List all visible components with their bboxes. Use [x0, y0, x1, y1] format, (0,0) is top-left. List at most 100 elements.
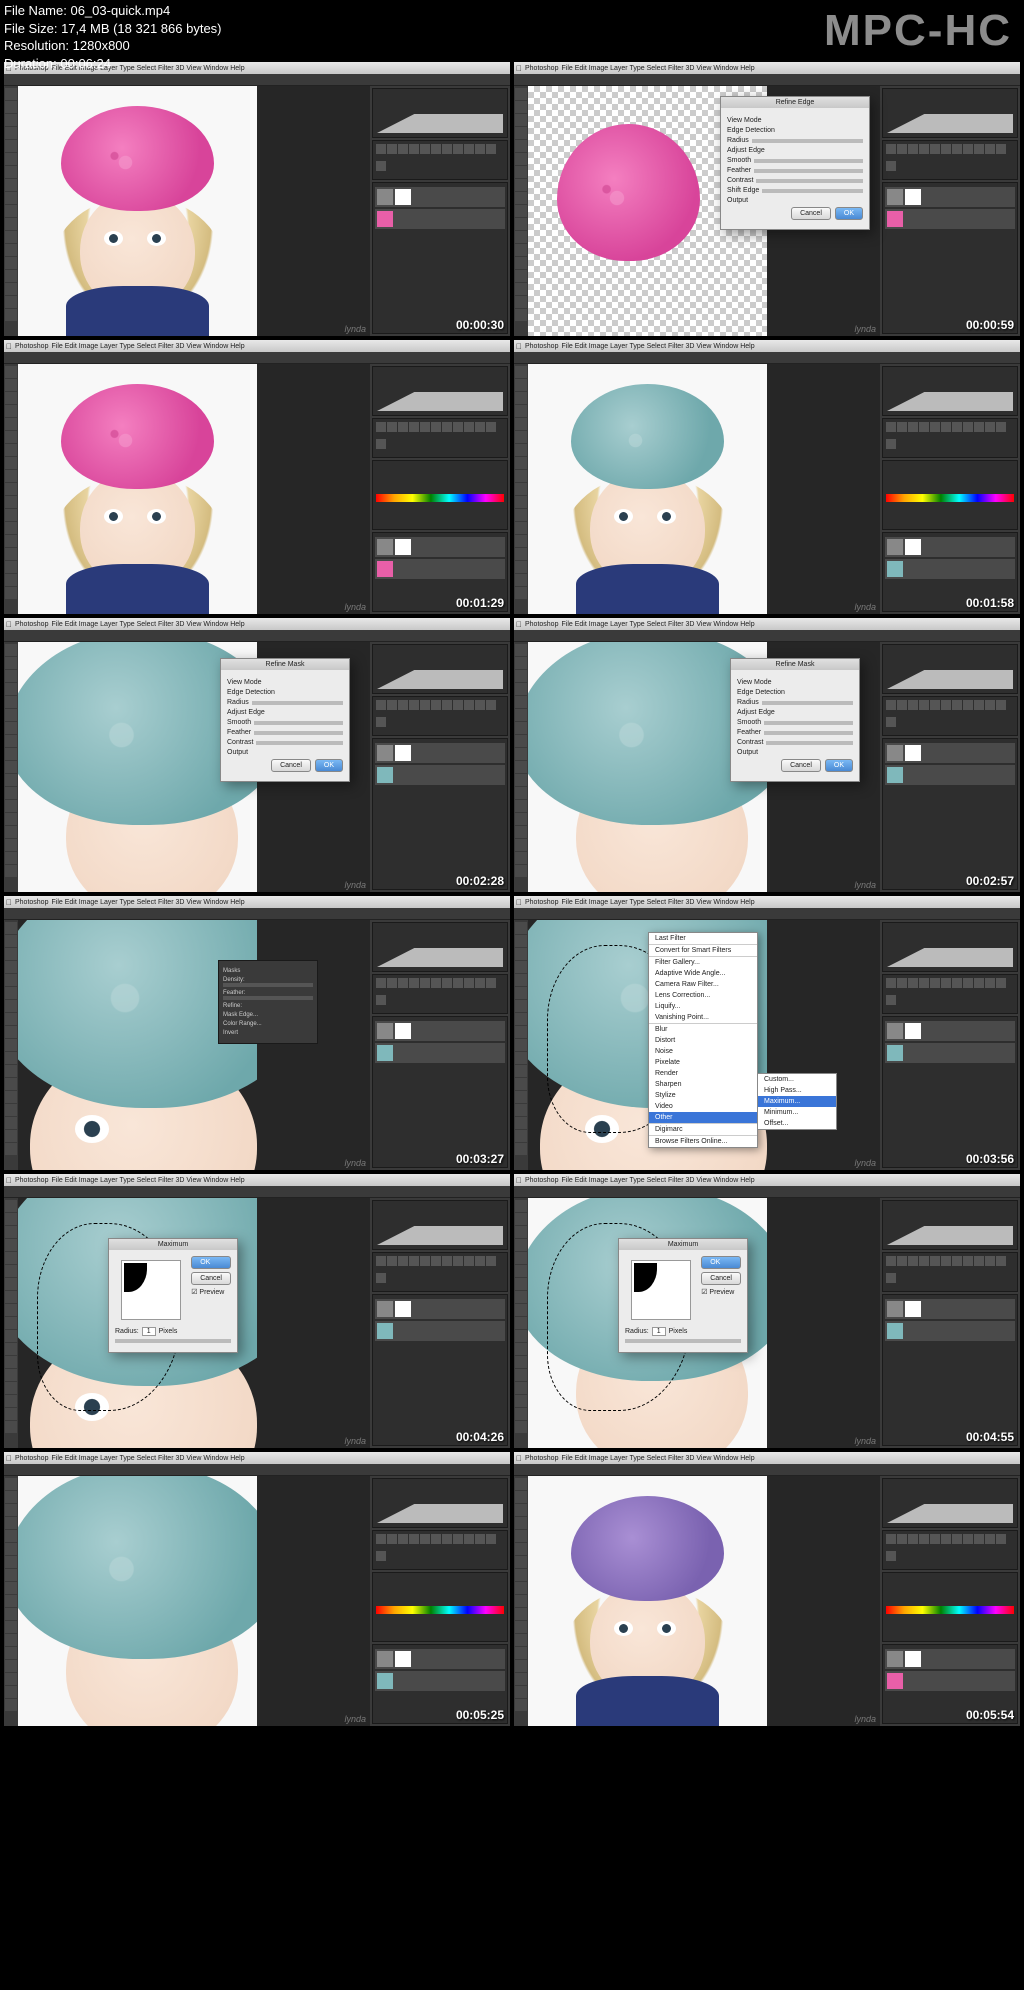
histogram-panel[interactable]: [882, 644, 1018, 694]
feather-slider[interactable]: [223, 996, 313, 1000]
tool-icon[interactable]: [515, 535, 527, 547]
adjustment-icon[interactable]: [376, 1534, 386, 1544]
histogram-panel[interactable]: [372, 1200, 508, 1250]
adjustment-icon[interactable]: [974, 422, 984, 432]
radius-slider[interactable]: [115, 1339, 231, 1343]
adjustment-icon[interactable]: [985, 422, 995, 432]
density-slider[interactable]: [223, 983, 313, 987]
menu-item[interactable]: Adaptive Wide Angle...: [649, 968, 757, 979]
adjustment-icon[interactable]: [453, 1256, 463, 1266]
adjustment-icon[interactable]: [387, 1256, 397, 1266]
contrast-slider[interactable]: [766, 741, 853, 745]
adjustment-icon[interactable]: [442, 1534, 452, 1544]
tool-icon[interactable]: [515, 457, 527, 469]
tools-palette[interactable]: [4, 1476, 18, 1726]
tool-icon[interactable]: [5, 1699, 17, 1711]
layer-row[interactable]: [375, 1021, 505, 1041]
adjustment-icon[interactable]: [886, 422, 896, 432]
adjustment-icon[interactable]: [963, 422, 973, 432]
tool-icon[interactable]: [5, 153, 17, 165]
layer-row[interactable]: [885, 1043, 1015, 1063]
layer-row[interactable]: [885, 1021, 1015, 1041]
adjustment-icon[interactable]: [475, 422, 485, 432]
tool-icon[interactable]: [515, 1317, 527, 1329]
tool-icon[interactable]: [5, 431, 17, 443]
mask-edge-button[interactable]: Mask Edge...: [223, 1012, 313, 1018]
tool-icon[interactable]: [5, 1213, 17, 1225]
canvas-area[interactable]: lynda Refine Edge View Mode Edge Detecti…: [528, 86, 880, 336]
tool-icon[interactable]: [515, 1556, 527, 1568]
tool-icon[interactable]: [5, 1143, 17, 1155]
ok-button[interactable]: OK: [701, 1256, 741, 1269]
tool-icon[interactable]: [515, 283, 527, 295]
adjustment-icon[interactable]: [963, 978, 973, 988]
adjustment-icon[interactable]: [453, 1534, 463, 1544]
hue-saturation-panel[interactable]: [372, 460, 508, 530]
tool-icon[interactable]: [5, 88, 17, 100]
panels-dock[interactable]: [370, 1476, 510, 1726]
adjustment-icon[interactable]: [486, 144, 496, 154]
layer-row[interactable]: [885, 765, 1015, 785]
tool-icon[interactable]: [5, 1621, 17, 1633]
adjustment-icon[interactable]: [409, 1534, 419, 1544]
adjustment-icon[interactable]: [486, 422, 496, 432]
layer-row[interactable]: [375, 537, 505, 557]
tool-icon[interactable]: [515, 1382, 527, 1394]
tool-icon[interactable]: [5, 722, 17, 734]
adjustments-panel[interactable]: [882, 696, 1018, 736]
menu-item[interactable]: Last Filter: [649, 933, 757, 944]
adjustment-icon[interactable]: [420, 700, 430, 710]
tool-icon[interactable]: [515, 1304, 527, 1316]
panels-dock[interactable]: [880, 920, 1020, 1170]
adjustment-icon[interactable]: [431, 422, 441, 432]
adjustment-icon[interactable]: [974, 978, 984, 988]
tool-icon[interactable]: [515, 309, 527, 321]
tool-icon[interactable]: [5, 127, 17, 139]
document-canvas[interactable]: [18, 364, 257, 614]
tool-icon[interactable]: [515, 852, 527, 864]
menu-item[interactable]: Noise: [649, 1046, 757, 1057]
tool-icon[interactable]: [5, 696, 17, 708]
radius-input[interactable]: 1: [142, 1327, 156, 1336]
tool-icon[interactable]: [515, 179, 527, 191]
tool-icon[interactable]: [5, 839, 17, 851]
tool-icon[interactable]: [5, 1517, 17, 1529]
adjustment-icon[interactable]: [941, 978, 951, 988]
adjustment-icon[interactable]: [409, 144, 419, 154]
menu-item[interactable]: Blur: [649, 1024, 757, 1035]
adjustment-icon[interactable]: [387, 700, 397, 710]
adjustment-icon[interactable]: [376, 439, 386, 449]
adjustment-icon[interactable]: [897, 700, 907, 710]
canvas-area[interactable]: lynda: [528, 364, 880, 614]
panels-dock[interactable]: [370, 920, 510, 1170]
tool-icon[interactable]: [5, 366, 17, 378]
adjustment-icon[interactable]: [952, 1256, 962, 1266]
video-thumbnail[interactable]:  Photoshop File Edit Image Layer Type S…: [514, 340, 1020, 614]
layer-row[interactable]: [375, 1671, 505, 1691]
adjustment-icon[interactable]: [398, 978, 408, 988]
adjustment-icon[interactable]: [908, 978, 918, 988]
adjustment-icon[interactable]: [442, 700, 452, 710]
panels-dock[interactable]: [880, 364, 1020, 614]
tool-icon[interactable]: [515, 865, 527, 877]
adjustments-panel[interactable]: [882, 140, 1018, 180]
video-thumbnail[interactable]:  Photoshop File Edit Image Layer Type S…: [514, 618, 1020, 892]
adjustment-icon[interactable]: [420, 422, 430, 432]
tool-icon[interactable]: [5, 1382, 17, 1394]
adjustment-icon[interactable]: [952, 700, 962, 710]
tool-icon[interactable]: [515, 296, 527, 308]
adjustment-icon[interactable]: [985, 700, 995, 710]
tool-icon[interactable]: [515, 1104, 527, 1116]
menu-item[interactable]: Filter Gallery...: [649, 957, 757, 968]
adjustment-icon[interactable]: [996, 1256, 1006, 1266]
cancel-button[interactable]: Cancel: [191, 1272, 231, 1285]
panels-dock[interactable]: [370, 642, 510, 892]
maximum-dialog[interactable]: Maximum OK Cancel ☑ Preview Radius: 1 Pi…: [618, 1238, 748, 1353]
tool-icon[interactable]: [515, 548, 527, 560]
adjustment-icon[interactable]: [996, 700, 1006, 710]
panels-dock[interactable]: [880, 1476, 1020, 1726]
tool-icon[interactable]: [5, 1200, 17, 1212]
tool-icon[interactable]: [5, 1595, 17, 1607]
tool-icon[interactable]: [515, 1239, 527, 1251]
tool-icon[interactable]: [515, 644, 527, 656]
